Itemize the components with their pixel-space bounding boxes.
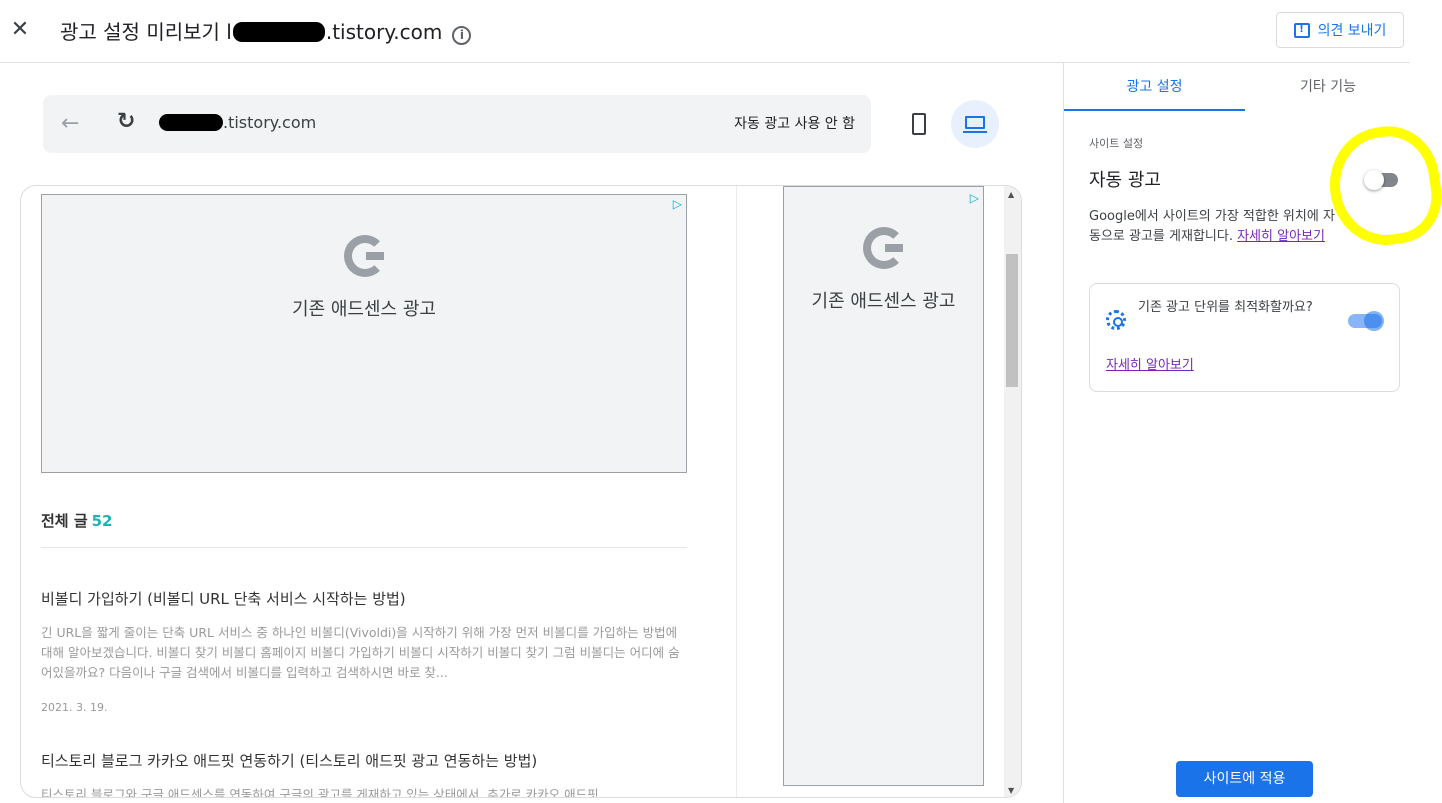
existing-ad-slot-top: ▷ 기존 애드센스 광고	[41, 194, 687, 473]
mobile-view-icon[interactable]	[908, 110, 930, 138]
scroll-up-icon[interactable]: ▲	[1008, 190, 1014, 199]
redacted-url	[159, 114, 223, 131]
title-prefix: 광고 설정 미리보기 l	[60, 20, 232, 44]
optimize-question: 기존 광고 단위를 최적화할까요?	[1138, 300, 1313, 315]
post-count-label: 전체 글	[41, 512, 88, 530]
adchoices-icon[interactable]: ▷	[673, 197, 682, 211]
auto-ads-description: Google에서 사이트의 가장 적합한 위치에 자동으로 광고를 게재합니다.…	[1089, 207, 1339, 247]
tab-other-features[interactable]: 기타 기능	[1245, 63, 1411, 111]
preview-browser-bar: ← ↻ .tistory.com 자동 광고 사용 안 함	[43, 95, 871, 153]
learn-more-link[interactable]: 자세히 알아보기	[1237, 229, 1325, 244]
section-label: 사이트 설정	[1089, 137, 1144, 150]
feedback-icon: !	[1293, 22, 1310, 38]
url-suffix: .tistory.com	[223, 113, 317, 132]
yellow-highlight-annotation	[1322, 119, 1442, 253]
scroll-thumb[interactable]	[1006, 254, 1018, 387]
preview-url: .tistory.com	[159, 113, 316, 132]
page-title: 광고 설정 미리보기 l .tistory.com i	[60, 16, 472, 45]
post-excerpt: 티스토리 블로그와 구글 애드센스를 연동하여 구글의 광고를 게재하고 있는 …	[41, 787, 599, 798]
scroll-down-icon[interactable]: ▼	[1008, 786, 1014, 795]
close-icon[interactable]: ✕	[8, 18, 32, 42]
auto-ads-status: 자동 광고 사용 안 함	[734, 116, 855, 132]
google-g-icon	[863, 227, 905, 269]
optimize-learn-more-link[interactable]: 자세히 알아보기	[1106, 354, 1194, 373]
back-arrow-icon[interactable]: ←	[61, 111, 79, 136]
settings-panel: 광고 설정 기타 기능 사이트 설정 자동 광고 Google에서 사이트의 가…	[1063, 63, 1442, 803]
post-count-value: 52	[91, 512, 113, 530]
tab-ad-settings[interactable]: 광고 설정	[1064, 63, 1245, 111]
reload-icon[interactable]: ↻	[117, 109, 135, 134]
preview-scrollbar[interactable]: ▲ ▼	[1004, 186, 1021, 797]
redacted-domain	[232, 22, 325, 42]
top-bar: ✕ 광고 설정 미리보기 l .tistory.com i ! 의견 보내기	[0, 0, 1410, 63]
title-domain: .tistory.com	[325, 20, 443, 44]
existing-ad-slot-side: ▷ 기존 애드센스 광고	[783, 186, 984, 786]
ad-label: 기존 애드센스 광고	[292, 299, 436, 320]
post-item[interactable]: 티스토리 블로그 카카오 애드핏 연동하기 (티스토리 애드핏 광고 연동하는 …	[41, 750, 681, 798]
gear-sparkle-icon	[1106, 310, 1126, 330]
divider	[41, 547, 687, 548]
info-icon[interactable]: i	[452, 26, 472, 45]
post-title[interactable]: 티스토리 블로그 카카오 애드핏 연동하기 (티스토리 애드핏 광고 연동하는 …	[41, 750, 681, 771]
adchoices-icon[interactable]: ▷	[970, 191, 979, 205]
desktop-view-icon[interactable]	[951, 100, 999, 148]
post-item[interactable]: 비볼디 가입하기 (비볼디 URL 단축 서비스 시작하는 방법) 긴 URL을…	[41, 588, 681, 714]
blog-main-column: ▷ 기존 애드센스 광고 전체 글 52 비볼디 가입하기 (비볼디 URL 단축…	[21, 186, 737, 798]
post-count-heading: 전체 글 52	[41, 510, 113, 531]
google-g-icon	[344, 235, 386, 277]
feedback-button[interactable]: ! 의견 보내기	[1276, 12, 1404, 48]
post-date: 2021. 3. 19.	[41, 701, 108, 714]
post-title[interactable]: 비볼디 가입하기 (비볼디 URL 단축 서비스 시작하는 방법)	[41, 588, 681, 609]
optimize-card: 기존 광고 단위를 최적화할까요? 자세히 알아보기	[1089, 283, 1400, 392]
apply-to-site-button[interactable]: 사이트에 적용	[1176, 761, 1313, 797]
site-preview-frame: ▷ 기존 애드센스 광고 전체 글 52 비볼디 가입하기 (비볼디 URL 단축…	[20, 185, 1022, 798]
auto-ads-title: 자동 광고	[1089, 170, 1161, 191]
ad-label: 기존 애드센스 광고	[811, 291, 956, 312]
optimize-toggle[interactable]	[1346, 310, 1386, 332]
feedback-label: 의견 보내기	[1317, 23, 1387, 39]
post-excerpt: 긴 URL을 짧게 줄이는 단축 URL 서비스 중 하나인 비볼디(Vivol…	[41, 625, 680, 680]
